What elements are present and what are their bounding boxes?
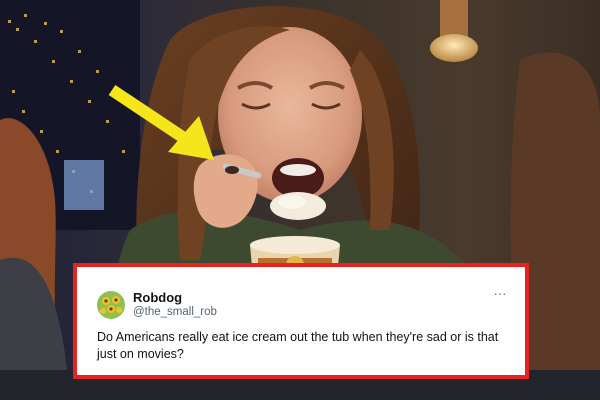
meme-image: Robdog @the_small_rob ··· Do Americans r…: [0, 0, 600, 400]
sunflower-avatar-icon[interactable]: [97, 291, 125, 319]
display-name[interactable]: Robdog: [133, 290, 182, 305]
tweet-header: Robdog @the_small_rob ···: [97, 287, 511, 319]
more-options-icon[interactable]: ···: [489, 287, 511, 303]
tweet-text: Do Americans really eat ice cream out th…: [97, 330, 499, 361]
user-handle[interactable]: @the_small_rob: [133, 306, 217, 318]
tweet-card: Robdog @the_small_rob ··· Do Americans r…: [73, 263, 529, 379]
